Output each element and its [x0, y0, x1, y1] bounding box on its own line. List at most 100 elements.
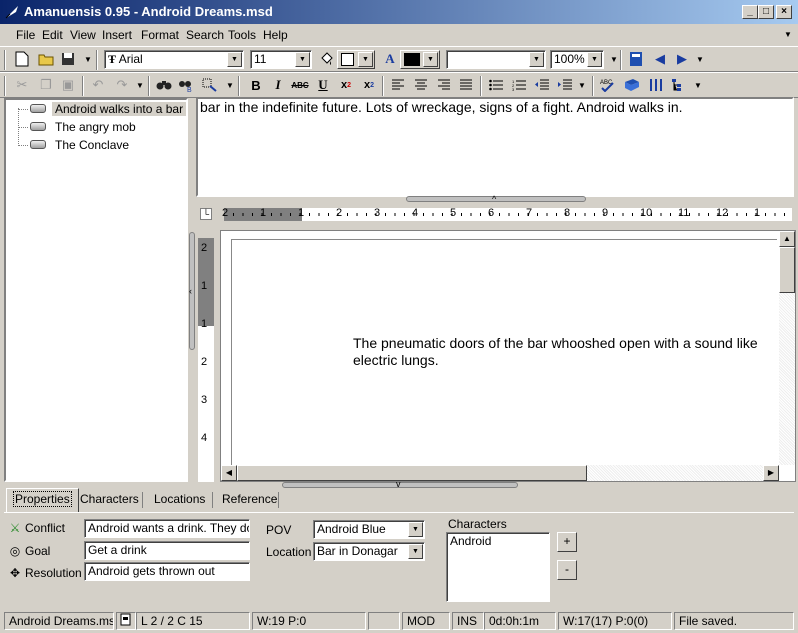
document-editor[interactable]: The pneumatic doors of the bar whooshed … — [220, 230, 796, 482]
scene-tree: Android walks into a bar The angry mob T… — [4, 98, 188, 482]
cut-scissors-icon[interactable]: ✂ — [12, 75, 32, 95]
save-dropdown-icon[interactable]: ▼ — [78, 49, 98, 69]
maximize-button[interactable]: □ — [758, 5, 774, 19]
formatting-toolbar: ▼ Ŧ Arial ▼ 11 ▼ ▼ A ▼ ▼ 100% ▼ ▼ ◀ ▶ ▼ — [0, 46, 798, 72]
redo-dropdown-icon[interactable]: ▼ — [130, 75, 150, 95]
open-folder-icon[interactable] — [36, 49, 56, 69]
resolution-field[interactable]: Android gets thrown out — [84, 562, 250, 581]
collapse-down-icon[interactable]: v — [396, 479, 401, 489]
tab-characters[interactable]: Characters — [74, 489, 145, 511]
conflict-field[interactable]: Android wants a drink. They don't — [84, 519, 250, 538]
scene-disk-icon — [30, 104, 46, 113]
new-document-icon[interactable] — [12, 49, 32, 69]
character-item[interactable]: Android — [450, 533, 549, 549]
spellcheck-icon[interactable]: ABC — [598, 75, 618, 95]
split-columns-icon[interactable] — [646, 75, 666, 95]
chevron-down-icon[interactable]: ▼ — [227, 52, 242, 67]
scene-disk-icon — [30, 122, 46, 131]
align-right-icon[interactable] — [434, 75, 454, 95]
scroll-right-icon[interactable]: ▶ — [763, 465, 779, 481]
collapse-up-icon[interactable]: ^ — [492, 194, 496, 204]
minimize-button[interactable]: _ — [742, 5, 758, 19]
tab-stop-selector[interactable]: └ — [200, 208, 212, 220]
highlight-color-picker[interactable]: ▼ — [337, 50, 375, 69]
chevron-down-icon[interactable]: ▼ — [423, 52, 438, 67]
chevron-down-icon[interactable]: ▼ — [358, 52, 373, 67]
chevron-down-icon[interactable]: ▼ — [408, 544, 423, 559]
pov-select[interactable]: Android Blue ▼ — [313, 520, 425, 539]
align-center-icon[interactable] — [411, 75, 431, 95]
close-button[interactable]: × — [776, 5, 792, 19]
resolution-label: Resolution — [25, 566, 82, 580]
bold-icon[interactable]: B — [246, 75, 266, 95]
status-position: L 2 / 2 C 15 — [136, 612, 250, 630]
vertical-scroll-thumb[interactable] — [779, 247, 795, 293]
italic-icon[interactable]: I — [268, 75, 288, 95]
undo-icon[interactable]: ↶ — [88, 75, 108, 95]
underline-icon[interactable]: U — [313, 75, 333, 95]
bullet-list-icon[interactable] — [486, 75, 506, 95]
save-disk-icon[interactable] — [58, 49, 78, 69]
copy-icon[interactable]: ❐ — [36, 75, 56, 95]
back-arrow-icon[interactable]: ◀ — [650, 49, 670, 69]
indent-dropdown-icon[interactable]: ▼ — [572, 75, 592, 95]
paste-icon[interactable]: ▣ — [58, 75, 78, 95]
chevron-down-icon[interactable]: ▼ — [587, 52, 602, 67]
outline-tree-icon[interactable] — [668, 75, 688, 95]
forward-arrow-icon[interactable]: ▶ — [672, 49, 692, 69]
justify-icon[interactable] — [456, 75, 476, 95]
goto-dropdown-icon[interactable]: ▼ — [220, 75, 240, 95]
align-left-icon[interactable] — [388, 75, 408, 95]
font-size-select[interactable]: 11 ▼ — [250, 50, 312, 69]
thesaurus-book-icon[interactable] — [622, 75, 642, 95]
tab-locations[interactable]: Locations — [148, 489, 211, 511]
tab-properties[interactable]: Properties — [6, 488, 79, 513]
horizontal-scroll-thumb[interactable] — [237, 465, 587, 481]
scroll-up-icon[interactable]: ▲ — [779, 231, 795, 247]
menu-chevron-icon[interactable]: ▼ — [784, 30, 792, 39]
remove-character-button[interactable]: - — [557, 560, 577, 580]
chevron-down-icon[interactable]: ▼ — [529, 52, 544, 67]
toolbar-separator — [382, 76, 384, 96]
superscript-icon[interactable]: x2 — [336, 75, 356, 95]
ruler-number: 3 — [374, 207, 381, 219]
font-color-icon[interactable]: A — [380, 49, 400, 69]
numbered-list-icon[interactable]: 123 — [509, 75, 529, 95]
characters-list[interactable]: Android — [446, 532, 550, 602]
tab-reference[interactable]: Reference — [216, 489, 283, 511]
menu-tools[interactable]: Tools — [228, 28, 256, 42]
zoom-select[interactable]: 100% ▼ — [550, 50, 604, 69]
strikethrough-icon[interactable]: ABC — [290, 75, 310, 95]
style-select[interactable]: ▼ — [446, 50, 546, 69]
location-label: Location — [266, 545, 312, 559]
redo-icon[interactable]: ↷ — [112, 75, 132, 95]
font-name-select[interactable]: Ŧ Arial ▼ — [104, 50, 244, 69]
ruler-number: 1 — [754, 207, 761, 219]
menu-edit[interactable]: Edit — [42, 28, 63, 42]
subscript-icon[interactable]: x2 — [359, 75, 379, 95]
menu-help[interactable]: Help — [263, 28, 288, 42]
ruler-number: 2 — [222, 207, 229, 219]
chevron-down-icon[interactable]: ▼ — [408, 522, 423, 537]
find-replace-icon[interactable]: B — [176, 75, 196, 95]
collapse-left-icon[interactable]: ‹ — [189, 286, 192, 296]
menu-file[interactable]: File — [16, 28, 35, 42]
find-binoculars-icon[interactable] — [154, 75, 174, 95]
goto-icon[interactable] — [200, 75, 220, 95]
chevron-down-icon[interactable]: ▼ — [295, 52, 310, 67]
menu-search[interactable]: Search — [186, 28, 224, 42]
menu-format[interactable]: Format — [141, 28, 179, 42]
fill-bucket-icon[interactable] — [316, 49, 336, 69]
synopsis-editor[interactable]: bar in the indefinite future. Lots of wr… — [196, 97, 794, 197]
menu-view[interactable]: View — [70, 28, 96, 42]
add-character-button[interactable]: + — [557, 532, 577, 552]
book-navigate-icon[interactable] — [626, 49, 646, 69]
toolbar-overflow-icon[interactable]: ▼ — [690, 49, 710, 69]
location-select[interactable]: Bar in Donagar ▼ — [313, 542, 425, 561]
goal-field[interactable]: Get a drink — [84, 541, 250, 560]
outdent-icon[interactable] — [532, 75, 552, 95]
font-color-picker[interactable]: ▼ — [400, 50, 440, 69]
menu-insert[interactable]: Insert — [102, 28, 132, 42]
scroll-left-icon[interactable]: ◀ — [221, 465, 237, 481]
toolbar-overflow-icon[interactable]: ▼ — [688, 75, 708, 95]
